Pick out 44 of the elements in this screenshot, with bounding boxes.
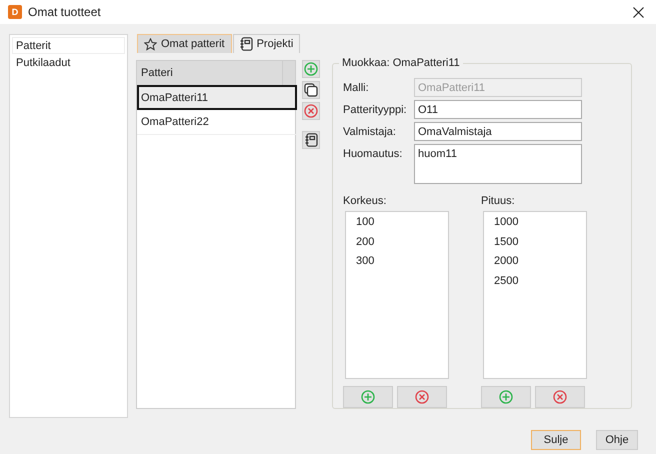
list-label: Korkeus: — [343, 195, 388, 209]
field-label: Patterityyppi: — [343, 103, 408, 118]
dialog-button[interactable]: Sulje — [531, 430, 581, 450]
input-field[interactable]: OmaValmistaja — [414, 122, 582, 141]
field-label: Valmistaja: — [343, 125, 397, 140]
input-field[interactable]: huom11 — [414, 144, 582, 184]
add-icon — [499, 390, 513, 404]
delete-icon — [553, 390, 567, 404]
input-field[interactable]: O11 — [414, 100, 582, 119]
copy-icon — [304, 83, 318, 97]
notebook-button[interactable] — [302, 131, 320, 149]
copy-button[interactable] — [302, 81, 320, 99]
delete-button[interactable] — [535, 386, 585, 408]
table-row[interactable]: OmaPatteri22 — [137, 110, 297, 135]
add-icon — [361, 390, 375, 404]
close-icon — [632, 6, 644, 18]
group-title: Muokkaa: OmaPatteri11 — [339, 57, 463, 69]
list-item[interactable]: 100 — [356, 216, 448, 236]
list-item[interactable]: 1500 — [494, 236, 586, 255]
delete-button[interactable] — [397, 386, 447, 408]
field-label: Malli: — [343, 81, 370, 96]
delete-icon — [415, 390, 429, 404]
notebook-icon — [304, 133, 318, 147]
list-item[interactable]: 2000 — [494, 255, 586, 274]
add-icon — [304, 62, 318, 76]
app-logo: D — [8, 5, 22, 19]
tab[interactable]: Projekti — [232, 34, 300, 53]
list-label: Pituus: — [481, 195, 516, 209]
notebook-icon — [240, 37, 253, 51]
table-row[interactable]: OmaPatteri11 — [137, 85, 297, 110]
star-icon — [144, 38, 157, 50]
add-button[interactable] — [343, 386, 393, 408]
window-title: Omat tuotteet — [28, 5, 102, 19]
add-button[interactable] — [481, 386, 531, 408]
list-item[interactable]: 300 — [356, 255, 448, 274]
list-item[interactable]: 200 — [356, 236, 448, 255]
sidebar-item[interactable]: Patterit — [12, 37, 125, 54]
field-label: Huomautus: — [343, 147, 404, 162]
tab[interactable]: Omat patterit — [137, 34, 232, 53]
list-item[interactable]: 1000 — [494, 216, 586, 236]
sidebar-item[interactable]: Putkilaadut — [12, 54, 125, 71]
delete-icon — [304, 104, 318, 118]
dialog-button[interactable]: Ohje — [596, 430, 638, 450]
list-item[interactable]: 2500 — [494, 274, 586, 294]
